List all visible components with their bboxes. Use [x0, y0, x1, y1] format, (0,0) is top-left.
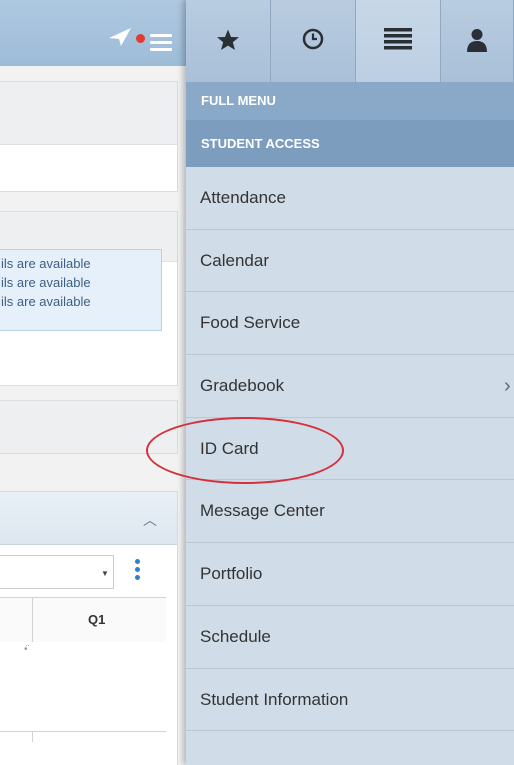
hamburger-menu-icon[interactable]	[150, 34, 172, 52]
send-icon[interactable]	[107, 26, 133, 48]
menu-item-label: Food Service	[200, 313, 301, 333]
info-line: ils are available	[1, 294, 91, 309]
menu-item-label: ID Card	[200, 438, 259, 458]
grid-header-row	[0, 597, 166, 643]
tab-full-menu[interactable]	[356, 0, 441, 82]
menu-item-label: Gradebook	[200, 376, 285, 396]
chevron-right-icon: ›	[504, 375, 511, 398]
slide-out-menu: FULL MENU STUDENT ACCESS Attendance Cale…	[186, 0, 514, 765]
menu-item-student-information[interactable]: Student Information	[186, 669, 514, 732]
kebab-menu-icon[interactable]	[135, 559, 141, 583]
caret-down-icon: ▼	[101, 569, 109, 578]
tab-account[interactable]	[441, 0, 514, 82]
menu-item-food-service[interactable]: Food Service	[186, 292, 514, 356]
info-box: ils are available ils are available ils …	[0, 249, 162, 331]
person-icon	[467, 29, 487, 52]
menu-item-label: Message Center	[200, 501, 325, 521]
info-line: ils are available	[1, 275, 91, 290]
info-line: ils are available	[1, 256, 91, 271]
tab-favorites[interactable]	[186, 0, 271, 82]
menu-item-message-center[interactable]: Message Center	[186, 480, 514, 544]
star-icon	[217, 29, 239, 50]
full-menu-header: FULL MENU	[186, 82, 514, 120]
menu-item-schedule[interactable]: Schedule	[186, 606, 514, 669]
clock-icon	[302, 28, 324, 50]
menu-item-id-card[interactable]: ID Card	[186, 418, 514, 481]
term-select[interactable]	[0, 555, 114, 589]
select-row: ▼	[0, 545, 177, 597]
menu-item-label: Student Information	[200, 689, 349, 709]
panel-4-header[interactable]: ︿	[0, 492, 177, 545]
menu-tab-bar	[186, 0, 514, 82]
section-header-student-access: STUDENT ACCESS	[186, 120, 514, 167]
menu-item-gradebook[interactable]: Gradebook ›	[186, 355, 514, 418]
menu-item-label: Schedule	[200, 626, 271, 646]
menu-item-label: Portfolio	[200, 564, 263, 584]
left-panel-3[interactable]	[0, 400, 178, 454]
menu-item-attendance[interactable]: Attendance	[186, 167, 514, 230]
left-panel-4: ︿ ▼ Q1 •̈	[0, 491, 178, 765]
grid-cell-dots: •̈	[24, 644, 28, 655]
menu-item-label: Calendar	[200, 250, 269, 270]
list-icon	[384, 28, 412, 50]
tab-recent[interactable]	[271, 0, 356, 82]
menu-item-portfolio[interactable]: Portfolio	[186, 543, 514, 606]
grid-header-q1: Q1	[88, 612, 106, 627]
chevron-up-icon[interactable]: ︿	[143, 510, 157, 530]
left-panel-1	[0, 81, 178, 192]
menu-item-calendar[interactable]: Calendar	[186, 230, 514, 293]
left-panel-2: ils are available ils are available ils …	[0, 211, 178, 386]
app-top-bar	[0, 0, 186, 66]
menu-item-label: Attendance	[200, 188, 287, 207]
background-app: ils are available ils are available ils …	[0, 0, 186, 765]
menu-item-list: Attendance Calendar Food Service Gradebo…	[186, 167, 514, 732]
grid-row	[0, 642, 166, 732]
notification-dot-icon	[136, 34, 145, 43]
panel-1-header	[0, 82, 177, 145]
